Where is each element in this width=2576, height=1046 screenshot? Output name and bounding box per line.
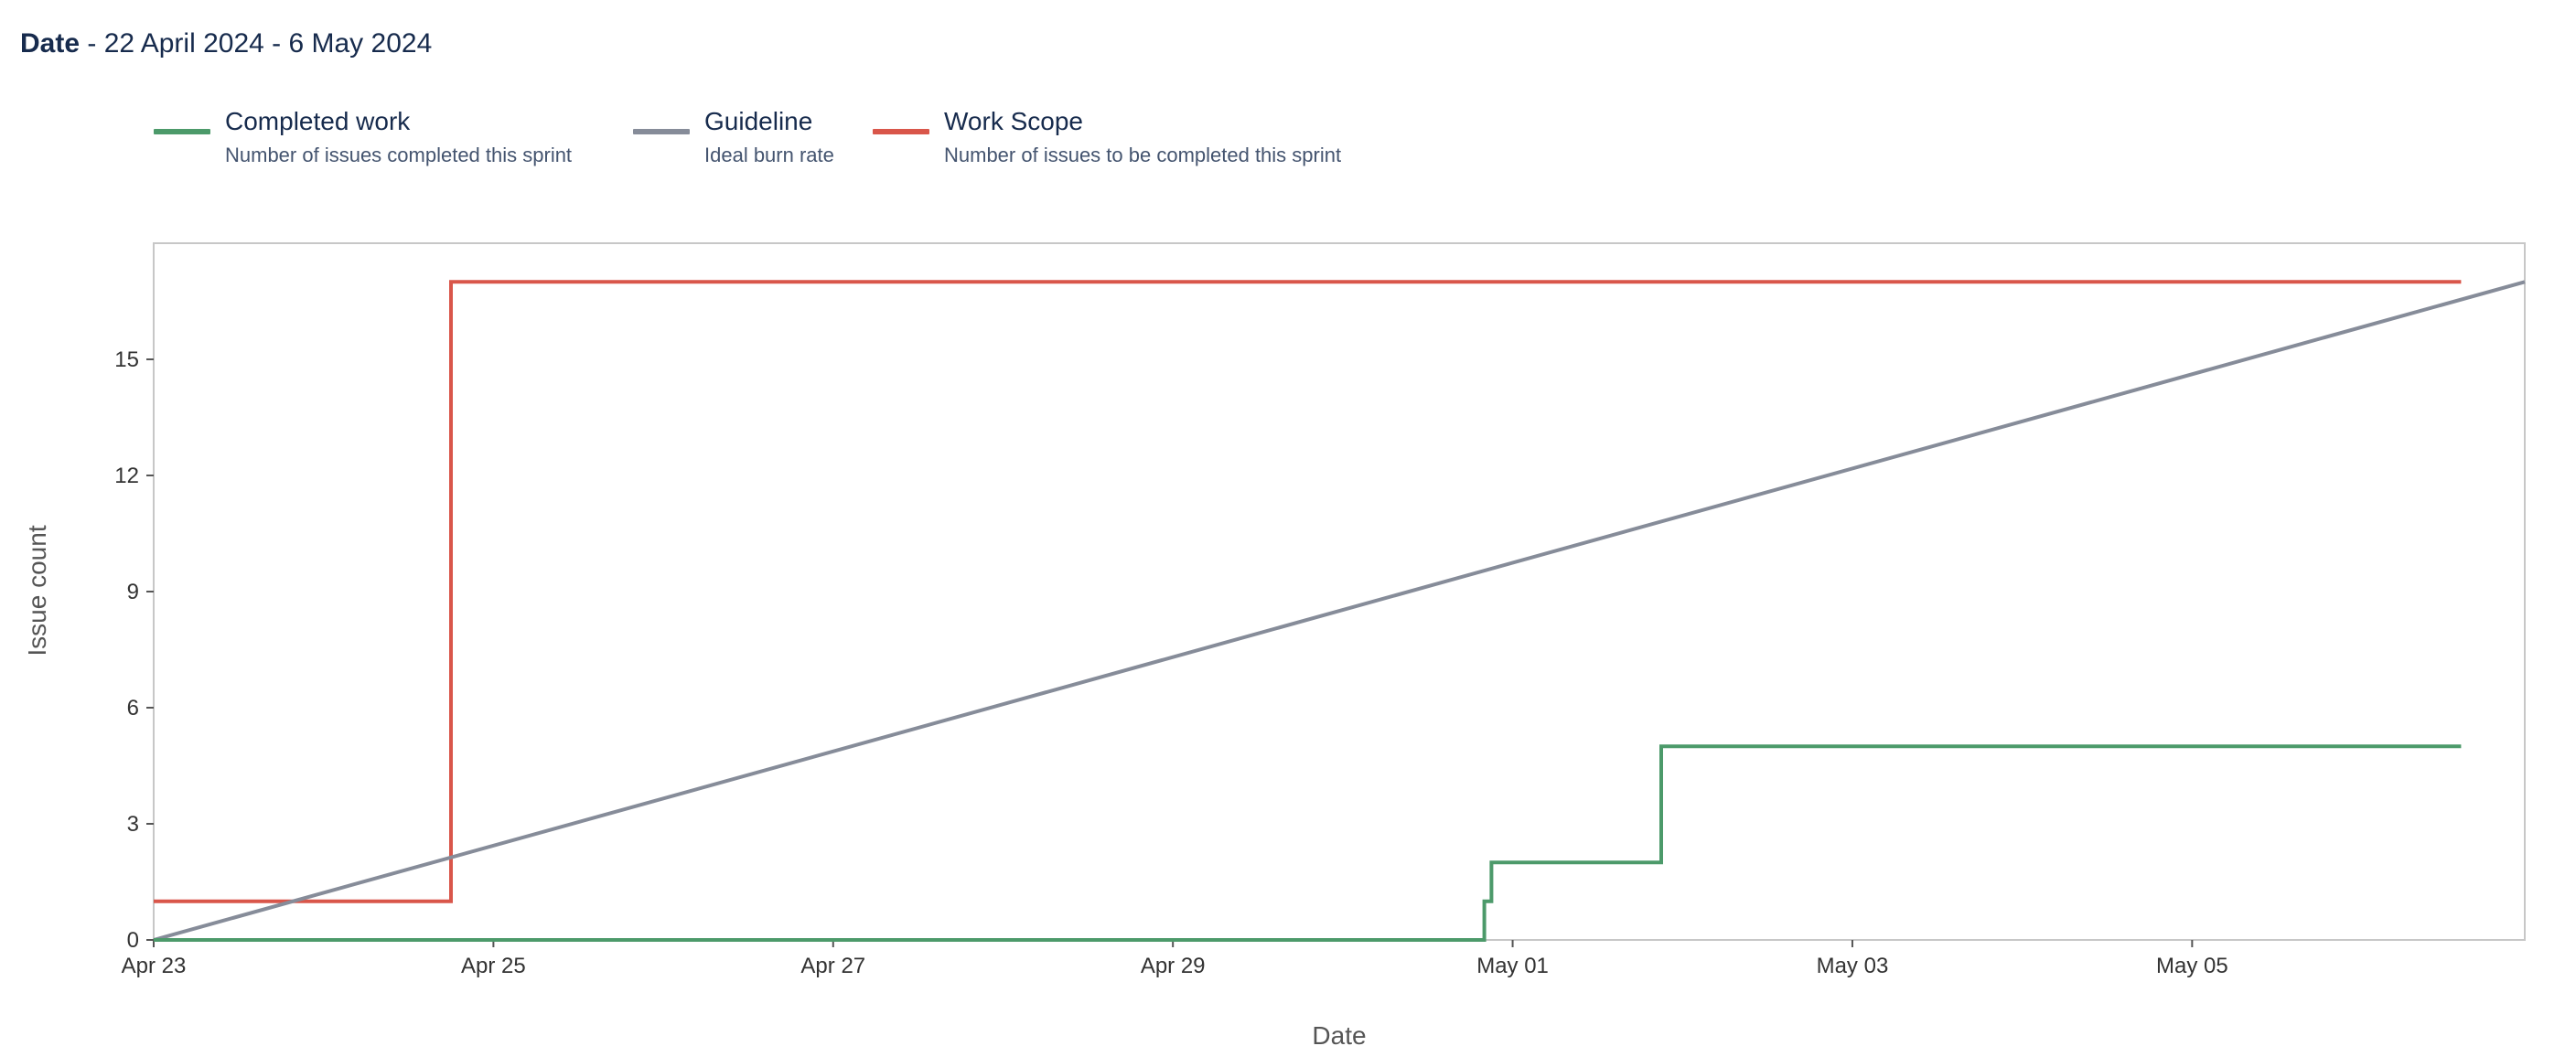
y-tick-label: 12 — [114, 464, 139, 488]
x-tick-label: Apr 23 — [122, 954, 187, 978]
y-tick-label: 15 — [114, 347, 139, 372]
series-line-work-scope — [154, 280, 2462, 903]
x-tick-label: Apr 25 — [461, 954, 526, 978]
x-tick-label: May 03 — [1817, 954, 1889, 978]
burnup-chart: 0 3 6 9 12 15 Apr 23 Apr 25 Apr 27 Apr 29 May 01 M… — [23, 242, 2526, 1046]
y-tick-label: 0 — [127, 928, 139, 953]
x-axis: Apr 23 Apr 25 Apr 27 Apr 29 May 01 May 03 May … — [122, 940, 2228, 978]
x-tick-label: Apr 29 — [1141, 954, 1206, 978]
y-axis-title: Issue count — [23, 525, 51, 656]
y-tick-label: 3 — [127, 812, 139, 837]
y-tick-label: 9 — [127, 580, 139, 604]
x-tick-label: May 01 — [1476, 954, 1549, 978]
plot-frame — [153, 242, 2526, 941]
series-lines — [153, 280, 2526, 942]
x-axis-title: Date — [1312, 1021, 1366, 1046]
plot-area — [153, 242, 2526, 941]
series-line-guideline — [153, 280, 2526, 942]
y-tick-label: 6 — [127, 696, 139, 720]
x-tick-label: Apr 27 — [800, 954, 865, 978]
y-axis: 0 3 6 9 12 15 — [114, 347, 154, 953]
x-tick-label: May 05 — [2156, 954, 2228, 978]
